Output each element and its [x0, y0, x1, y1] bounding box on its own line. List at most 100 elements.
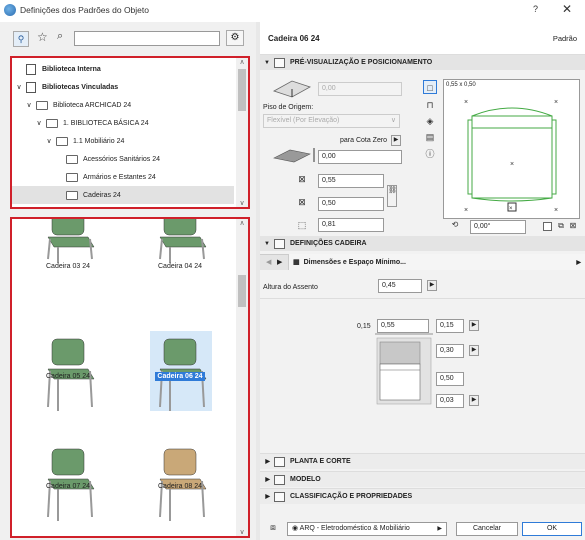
scroll-up-icon[interactable]: ∧: [236, 58, 248, 66]
classification-icon: [274, 491, 285, 502]
help-button[interactable]: ?: [533, 4, 538, 14]
gallery-item[interactable]: Cadeira 04 24: [124, 219, 236, 327]
tree-item[interactable]: Biblioteca Interna: [12, 60, 234, 78]
scroll-thumb[interactable]: [238, 69, 246, 111]
page-icon: ▦: [293, 259, 300, 266]
tree-item[interactable]: ∨ 1.1 Mobiliário 24: [12, 132, 234, 150]
dim-left-label: 0,15: [357, 323, 371, 330]
dim-right-field[interactable]: 0,15: [436, 319, 464, 333]
preview-panel-header[interactable]: ▼ PRÉ-VISUALIZAÇÃO E POSICIONAMENTO: [260, 55, 585, 70]
search-input[interactable]: [74, 31, 220, 46]
folder-icon: [66, 172, 78, 182]
height-field[interactable]: 0,81: [318, 218, 384, 232]
section-view-icon[interactable]: ⊓: [423, 98, 437, 112]
svg-text:×: ×: [464, 207, 468, 214]
search-icon[interactable]: ⌕: [57, 30, 63, 43]
offset-field[interactable]: 0,00: [318, 150, 402, 164]
elevation-view-icon[interactable]: ▤: [423, 130, 437, 144]
gallery-item-label: Cadeira 05 24: [46, 373, 90, 380]
chain-link-icon[interactable]: ⛓: [387, 185, 397, 207]
tree-scrollbar[interactable]: ∧ ∨: [236, 58, 248, 207]
chevron-down-icon[interactable]: ∨: [44, 137, 54, 145]
ok-button[interactable]: OK: [522, 522, 582, 536]
cota-zero-toggle[interactable]: ▶: [391, 135, 401, 146]
page-dropdown-icon: ▶: [576, 259, 581, 266]
gallery-scrollbar[interactable]: ∧ ∨: [236, 219, 248, 536]
scroll-thumb[interactable]: [238, 275, 246, 307]
expand-icon: ▶: [265, 494, 270, 500]
angle-field[interactable]: 0,00°: [470, 220, 526, 234]
mirror-checkbox[interactable]: [543, 222, 552, 231]
chevron-down-icon[interactable]: ∨: [34, 119, 44, 127]
library-pane: ⚲ ☆ ⌕ ⚙ ∧ ∨ Biblioteca Interna ∨ Bibliotec…: [0, 22, 256, 540]
favorites-star-icon[interactable]: ☆: [37, 30, 48, 44]
tree-item-label: Biblioteca Interna: [42, 65, 101, 73]
gallery-item-label: Cadeira 04 24: [158, 263, 202, 270]
prev-page-icon[interactable]: ◀: [266, 258, 271, 266]
object-header: Cadeira 06 24 Padrão: [260, 22, 585, 55]
gallery-item[interactable]: Cadeira 07 24: [12, 437, 124, 536]
title-bar: Definições dos Padrões do Objeto ? ✕: [0, 0, 585, 22]
expand-icon: ▶: [265, 477, 270, 483]
next-page-icon[interactable]: ▶: [277, 258, 282, 266]
plan-view-icon[interactable]: □: [423, 80, 437, 94]
library-icon: [26, 81, 36, 93]
svg-text:×: ×: [554, 99, 558, 106]
tree-item[interactable]: Camas 24: [12, 204, 234, 207]
depth-field[interactable]: 0,50: [318, 197, 384, 211]
elevation-field[interactable]: 0,00: [318, 82, 402, 96]
folder-icon: [36, 100, 48, 110]
settings-panel-header[interactable]: ▼ DEFINIÇÕES CADEIRA: [260, 236, 585, 251]
dim-top-field[interactable]: 0,30: [436, 344, 464, 358]
close-button[interactable]: ✕: [562, 2, 572, 16]
page-select[interactable]: ▦ Dimensões e Espaço Mínimo... ▶: [288, 254, 585, 270]
tree-item[interactable]: Acessórios Sanitários 24: [12, 150, 234, 168]
dim-width-field[interactable]: 0,55: [377, 319, 429, 333]
info-icon[interactable]: ⓘ: [423, 147, 437, 161]
model-icon: [274, 474, 285, 485]
rotation-angle-icon: ⟲: [451, 220, 459, 229]
dim-top-menu[interactable]: ▶: [469, 345, 479, 356]
seat-height-field[interactable]: 0,45: [378, 279, 422, 293]
settings-gear-icon[interactable]: ⚙: [226, 30, 244, 46]
scroll-down-icon[interactable]: ∨: [236, 199, 248, 207]
dim-bottom-field[interactable]: 0,03: [436, 394, 464, 408]
mirror-y-icon[interactable]: ⊠: [566, 219, 580, 233]
panel-title: MODELO: [290, 476, 321, 483]
height-icon: ⬚: [297, 220, 307, 230]
cota-zero-label: para Cota Zero: [340, 137, 388, 144]
layer-select[interactable]: ◉ ARQ - Eletrodoméstico & Mobiliário ▶: [287, 522, 447, 536]
chevron-down-icon[interactable]: ∨: [24, 101, 34, 109]
model-panel[interactable]: ▶ MODELO: [260, 471, 585, 487]
chair-thumbnail: [47, 448, 95, 521]
scroll-down-icon[interactable]: ∨: [236, 528, 248, 536]
seat-height-menu[interactable]: ▶: [427, 280, 437, 291]
chevron-down-icon[interactable]: ∨: [14, 83, 24, 91]
scroll-up-icon[interactable]: ∧: [236, 219, 248, 227]
3d-view-icon[interactable]: ◈: [423, 114, 437, 128]
floor-select[interactable]: Flexível (Por Elevação) ∨: [263, 114, 400, 128]
dim-mid-field[interactable]: 0,50: [436, 372, 464, 386]
collapse-icon: ▼: [264, 240, 270, 247]
folder-icon: [56, 136, 68, 146]
gallery-item[interactable]: Cadeira 03 24: [12, 219, 124, 327]
tree-item[interactable]: ∨ Bibliotecas Vinculadas: [12, 78, 234, 96]
plan-section-panel[interactable]: ▶ PLANTA E CORTE: [260, 453, 585, 469]
plan-section-icon: [274, 456, 285, 467]
gallery-item[interactable]: Cadeira 05 24: [12, 327, 124, 435]
preview-canvas: 0,55 x 0,50 × × × × × ×: [443, 79, 580, 219]
dim-bottom-menu[interactable]: ▶: [469, 395, 479, 406]
cancel-button[interactable]: Cancelar: [456, 522, 518, 536]
dim-menu[interactable]: ▶: [469, 320, 479, 331]
chair-settings-icon: [274, 238, 285, 249]
gallery-item[interactable]: Cadeira 08 24: [124, 437, 236, 536]
classification-panel[interactable]: ▶ CLASSIFICAÇÃO E PROPRIEDADES: [260, 488, 585, 504]
tree-item[interactable]: ∨ Biblioteca ARCHICAD 24: [12, 96, 234, 114]
gallery-item[interactable]: Cadeira 06 24: [124, 327, 236, 435]
tree-item[interactable]: Cadeiras 24: [12, 186, 234, 204]
width-field[interactable]: 0,55: [318, 174, 384, 188]
library-manager-icon[interactable]: ⚲: [13, 31, 29, 47]
tree-item[interactable]: Armários e Estantes 24: [12, 168, 234, 186]
folder-icon: [46, 118, 58, 128]
tree-item[interactable]: ∨ 1. BIBLIOTECA BÁSICA 24: [12, 114, 234, 132]
